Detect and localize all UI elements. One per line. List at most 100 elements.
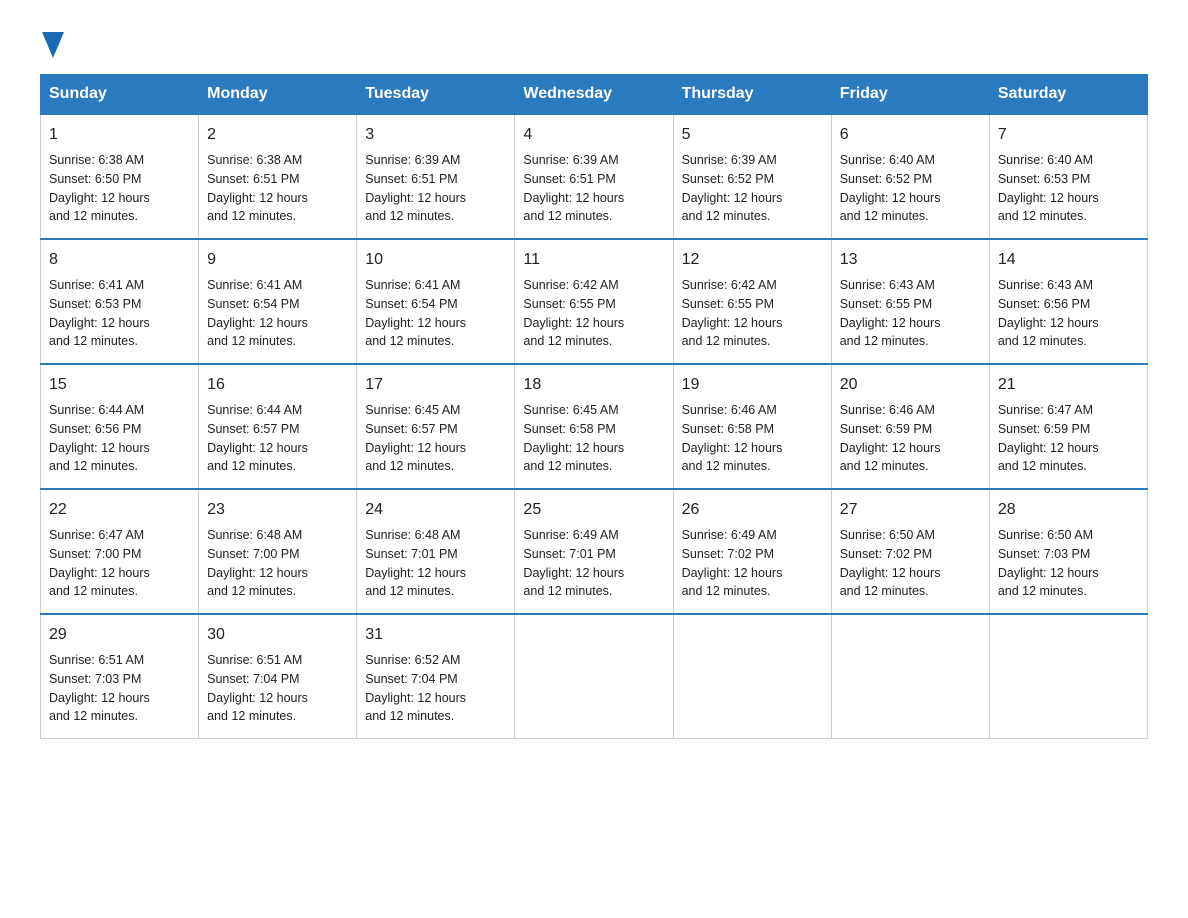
sunset-text: Sunset: 7:02 PM [840, 547, 932, 561]
daylight-text: Daylight: 12 hoursand 12 minutes. [523, 441, 624, 474]
logo-arrow-icon [42, 32, 64, 58]
day-number: 26 [682, 498, 823, 522]
sunrise-text: Sunrise: 6:51 AM [207, 653, 302, 667]
sunrise-text: Sunrise: 6:42 AM [523, 278, 618, 292]
sunrise-text: Sunrise: 6:46 AM [682, 403, 777, 417]
page-header [40, 30, 1148, 54]
sunrise-text: Sunrise: 6:51 AM [49, 653, 144, 667]
sunset-text: Sunset: 6:50 PM [49, 172, 141, 186]
daylight-text: Daylight: 12 hoursand 12 minutes. [682, 441, 783, 474]
daylight-text: Daylight: 12 hoursand 12 minutes. [998, 441, 1099, 474]
day-number: 10 [365, 248, 506, 272]
sunrise-text: Sunrise: 6:44 AM [207, 403, 302, 417]
calendar-cell: 26Sunrise: 6:49 AMSunset: 7:02 PMDayligh… [673, 489, 831, 614]
sunset-text: Sunset: 6:58 PM [523, 422, 615, 436]
sunset-text: Sunset: 6:55 PM [840, 297, 932, 311]
calendar-cell: 8Sunrise: 6:41 AMSunset: 6:53 PMDaylight… [41, 239, 199, 364]
sunset-text: Sunset: 6:53 PM [49, 297, 141, 311]
calendar-cell: 25Sunrise: 6:49 AMSunset: 7:01 PMDayligh… [515, 489, 673, 614]
daylight-text: Daylight: 12 hoursand 12 minutes. [49, 691, 150, 724]
daylight-text: Daylight: 12 hoursand 12 minutes. [207, 191, 308, 224]
sunset-text: Sunset: 6:52 PM [840, 172, 932, 186]
day-number: 17 [365, 373, 506, 397]
calendar-cell: 23Sunrise: 6:48 AMSunset: 7:00 PMDayligh… [199, 489, 357, 614]
sunrise-text: Sunrise: 6:45 AM [523, 403, 618, 417]
sunrise-text: Sunrise: 6:43 AM [998, 278, 1093, 292]
daylight-text: Daylight: 12 hoursand 12 minutes. [840, 441, 941, 474]
sunrise-text: Sunrise: 6:38 AM [49, 153, 144, 167]
day-number: 3 [365, 123, 506, 147]
calendar-cell: 16 Sunrise: 6:44 AM Sunset: 6:57 PM Dayligh… [199, 364, 357, 489]
day-number: 30 [207, 623, 348, 647]
column-header-thursday: Thursday [673, 75, 831, 115]
sunrise-text: Sunrise: 6:44 AM [49, 403, 144, 417]
day-number: 12 [682, 248, 823, 272]
sunset-text: Sunset: 7:02 PM [682, 547, 774, 561]
day-number: 16 [207, 373, 348, 397]
calendar-cell: 30Sunrise: 6:51 AMSunset: 7:04 PMDayligh… [199, 614, 357, 739]
daylight-text: Daylight: 12 hoursand 12 minutes. [523, 191, 624, 224]
calendar-cell: 14Sunrise: 6:43 AMSunset: 6:56 PMDayligh… [989, 239, 1147, 364]
sunrise-text: Sunrise: 6:49 AM [523, 528, 618, 542]
daylight-text: Daylight: 12 hoursand 12 minutes. [365, 191, 466, 224]
sunset-text: Sunset: 7:04 PM [365, 672, 457, 686]
sunset-text: Sunset: 6:57 PM [207, 422, 299, 436]
sunset-text: Sunset: 6:58 PM [682, 422, 774, 436]
sunrise-text: Sunrise: 6:38 AM [207, 153, 302, 167]
sunrise-text: Sunrise: 6:41 AM [207, 278, 302, 292]
sunset-text: Sunset: 6:51 PM [523, 172, 615, 186]
calendar-week-row: 22Sunrise: 6:47 AMSunset: 7:00 PMDayligh… [41, 489, 1148, 614]
calendar-cell: 2Sunrise: 6:38 AMSunset: 6:51 PMDaylight… [199, 114, 357, 239]
day-number: 31 [365, 623, 506, 647]
daylight-text: Daylight: 12 hoursand 12 minutes. [207, 441, 308, 474]
sunrise-text: Sunrise: 6:48 AM [207, 528, 302, 542]
daylight-text: Daylight: 12 hoursand 12 minutes. [998, 191, 1099, 224]
daylight-text: Daylight: 12 hoursand 12 minutes. [365, 316, 466, 349]
sunset-text: Sunset: 7:03 PM [998, 547, 1090, 561]
daylight-text: Daylight: 12 hoursand 12 minutes. [682, 316, 783, 349]
day-number: 27 [840, 498, 981, 522]
sunset-text: Sunset: 6:51 PM [207, 172, 299, 186]
day-number: 15 [49, 373, 190, 397]
day-number: 28 [998, 498, 1139, 522]
calendar-cell: 4 Sunrise: 6:39 AM Sunset: 6:51 PM Daylight… [515, 114, 673, 239]
calendar-cell: 6Sunrise: 6:40 AMSunset: 6:52 PMDaylight… [831, 114, 989, 239]
sunrise-text: Sunrise: 6:41 AM [365, 278, 460, 292]
calendar-week-row: 15Sunrise: 6:44 AMSunset: 6:56 PMDayligh… [41, 364, 1148, 489]
daylight-text: Daylight: 12 hoursand 12 minutes. [840, 566, 941, 599]
day-number: 20 [840, 373, 981, 397]
calendar-cell [515, 614, 673, 739]
calendar-cell: 29Sunrise: 6:51 AMSunset: 7:03 PMDayligh… [41, 614, 199, 739]
sunrise-text: Sunrise: 6:42 AM [682, 278, 777, 292]
day-number: 4 [523, 123, 664, 147]
sunrise-text: Sunrise: 6:39 AM [523, 153, 618, 167]
sunset-text: Sunset: 6:54 PM [207, 297, 299, 311]
sunrise-text: Sunrise: 6:46 AM [840, 403, 935, 417]
sunset-text: Sunset: 6:56 PM [998, 297, 1090, 311]
sunrise-text: Sunrise: 6:41 AM [49, 278, 144, 292]
calendar-cell [989, 614, 1147, 739]
daylight-text: Daylight: 12 hoursand 12 minutes. [523, 566, 624, 599]
calendar-table: SundayMondayTuesdayWednesdayThursdayFrid… [40, 74, 1148, 739]
sunset-text: Sunset: 6:51 PM [365, 172, 457, 186]
daylight-text: Daylight: 12 hoursand 12 minutes. [523, 316, 624, 349]
sunset-text: Sunset: 6:52 PM [682, 172, 774, 186]
daylight-text: Daylight: 12 hoursand 12 minutes. [49, 316, 150, 349]
day-number: 13 [840, 248, 981, 272]
daylight-text: Daylight: 12 hoursand 12 minutes. [49, 441, 150, 474]
sunset-text: Sunset: 7:00 PM [49, 547, 141, 561]
sunrise-text: Sunrise: 6:50 AM [840, 528, 935, 542]
calendar-cell [673, 614, 831, 739]
sunrise-text: Sunrise: 6:52 AM [365, 653, 460, 667]
daylight-text: Daylight: 12 hoursand 12 minutes. [365, 691, 466, 724]
day-number: 24 [365, 498, 506, 522]
day-number: 29 [49, 623, 190, 647]
sunset-text: Sunset: 7:01 PM [523, 547, 615, 561]
calendar-cell: 19Sunrise: 6:46 AMSunset: 6:58 PMDayligh… [673, 364, 831, 489]
sunset-text: Sunset: 6:59 PM [840, 422, 932, 436]
calendar-header-row: SundayMondayTuesdayWednesdayThursdayFrid… [41, 75, 1148, 115]
daylight-text: Daylight: 12 hoursand 12 minutes. [682, 191, 783, 224]
sunset-text: Sunset: 6:53 PM [998, 172, 1090, 186]
sunset-text: Sunset: 6:57 PM [365, 422, 457, 436]
calendar-cell: 12Sunrise: 6:42 AMSunset: 6:55 PMDayligh… [673, 239, 831, 364]
